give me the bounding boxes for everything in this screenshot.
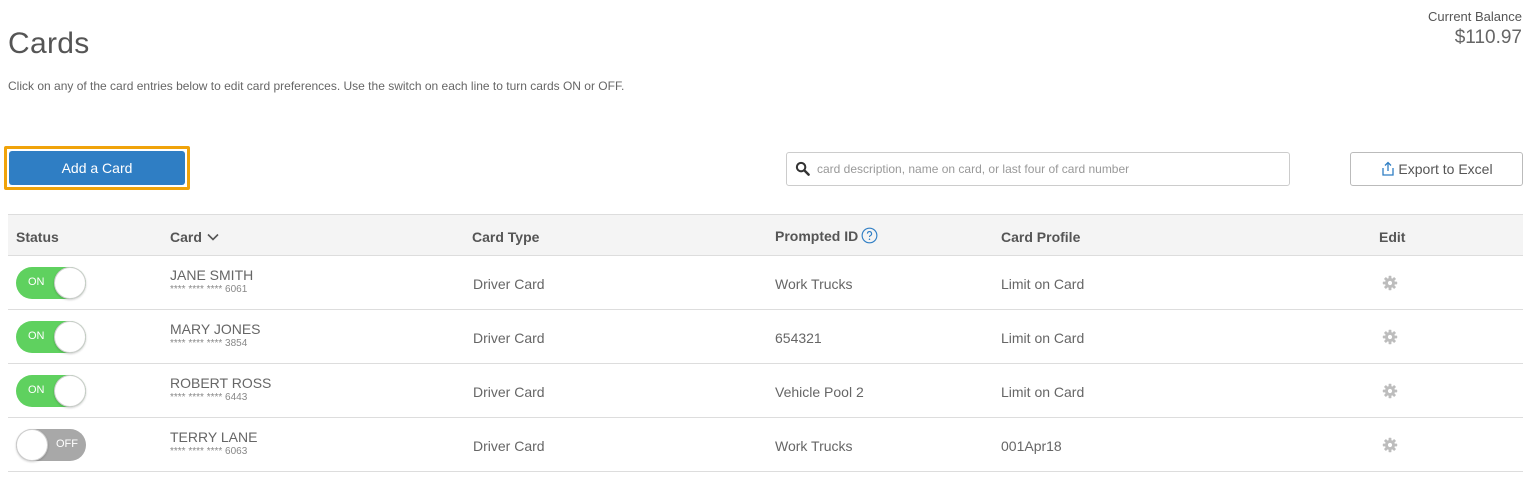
- column-status-label: Status: [16, 229, 59, 245]
- search-input[interactable]: [817, 162, 1277, 176]
- card-profile: Limit on Card: [1001, 276, 1085, 292]
- prompted-id: Work Trucks: [775, 276, 853, 292]
- card-profile: 001Apr18: [1001, 438, 1062, 454]
- toggle-label: ON: [28, 384, 45, 396]
- prompted-id: Work Trucks: [775, 438, 853, 454]
- card-type: Driver Card: [473, 276, 545, 292]
- page-subtitle: Click on any of the card entries below t…: [8, 79, 625, 93]
- status-toggle[interactable]: ON: [16, 375, 86, 407]
- card-name: ROBERT ROSS: [170, 375, 272, 391]
- column-card-profile: Card Profile: [1001, 229, 1080, 245]
- table-row[interactable]: ON MARY JONES **** **** **** 3854 Driver…: [8, 310, 1523, 364]
- column-card-type-label: Card Type: [472, 229, 540, 245]
- column-card-profile-label: Card Profile: [1001, 229, 1081, 245]
- card-cell: ROBERT ROSS **** **** **** 6443: [170, 375, 271, 403]
- table-row[interactable]: OFF TERRY LANE **** **** **** 6063 Drive…: [8, 418, 1523, 472]
- card-number: **** **** **** 6061: [170, 284, 248, 295]
- balance-value: $110.97: [1454, 27, 1522, 48]
- gear-icon[interactable]: [1382, 383, 1398, 399]
- card-number: **** **** **** 6443: [170, 392, 248, 403]
- toggle-knob: [54, 375, 86, 407]
- table-row[interactable]: ON ROBERT ROSS **** **** **** 6443 Drive…: [8, 364, 1523, 418]
- prompted-id: 654321: [775, 330, 822, 346]
- toggle-label: ON: [28, 276, 45, 288]
- card-profile: Limit on Card: [1001, 384, 1085, 400]
- table-header: Status Card Card Type Prompted ID Card P…: [8, 214, 1523, 256]
- card-number: **** **** **** 6063: [170, 446, 248, 457]
- status-toggle[interactable]: ON: [16, 267, 86, 299]
- gear-icon[interactable]: [1382, 437, 1398, 453]
- status-toggle[interactable]: ON: [16, 321, 86, 353]
- gear-icon[interactable]: [1382, 275, 1398, 291]
- toggle-knob: [54, 267, 86, 299]
- card-name: TERRY LANE: [170, 429, 258, 445]
- prompted-id: Vehicle Pool 2: [775, 384, 864, 400]
- column-prompted-id: Prompted ID: [775, 227, 878, 244]
- card-name: MARY JONES: [170, 321, 261, 337]
- column-card-type: Card Type: [472, 229, 539, 245]
- upload-icon: [1380, 161, 1396, 177]
- column-prompted-id-label: Prompted ID: [775, 227, 859, 244]
- status-toggle[interactable]: OFF: [16, 429, 86, 461]
- export-label: Export to Excel: [1398, 161, 1493, 177]
- column-edit: Edit: [1379, 229, 1405, 245]
- card-number: **** **** **** 3854: [170, 338, 248, 349]
- column-status: Status: [16, 229, 59, 245]
- gear-icon[interactable]: [1382, 329, 1398, 345]
- card-type: Driver Card: [473, 330, 545, 346]
- cards-table: Status Card Card Type Prompted ID Card P…: [8, 214, 1523, 472]
- column-card[interactable]: Card: [170, 229, 219, 245]
- card-type: Driver Card: [473, 384, 545, 400]
- card-cell: MARY JONES **** **** **** 3854: [170, 321, 261, 349]
- toggle-knob: [54, 321, 86, 353]
- card-cell: JANE SMITH **** **** **** 6061: [170, 267, 253, 295]
- column-card-label: Card: [170, 229, 202, 245]
- card-profile: Limit on Card: [1001, 330, 1085, 346]
- add-card-button[interactable]: Add a Card: [9, 151, 185, 185]
- card-name: JANE SMITH: [170, 267, 254, 283]
- balance-label: Current Balance: [1428, 9, 1522, 24]
- add-card-focus-ring: Add a Card: [4, 146, 190, 190]
- column-edit-label: Edit: [1379, 229, 1406, 245]
- current-balance: Current Balance $110.97: [1428, 9, 1522, 49]
- toggle-knob: [16, 429, 48, 461]
- search-icon: [795, 161, 811, 177]
- chevron-down-icon: [207, 233, 219, 241]
- card-type: Driver Card: [473, 438, 545, 454]
- table-row[interactable]: ON JANE SMITH **** **** **** 6061 Driver…: [8, 256, 1523, 310]
- toggle-label: OFF: [56, 438, 78, 450]
- search-box[interactable]: [786, 152, 1290, 186]
- export-to-excel-button[interactable]: Export to Excel: [1350, 152, 1523, 186]
- page-title: Cards: [8, 27, 90, 60]
- toggle-label: ON: [28, 330, 45, 342]
- card-cell: TERRY LANE **** **** **** 6063: [170, 429, 257, 457]
- help-icon[interactable]: [861, 227, 878, 244]
